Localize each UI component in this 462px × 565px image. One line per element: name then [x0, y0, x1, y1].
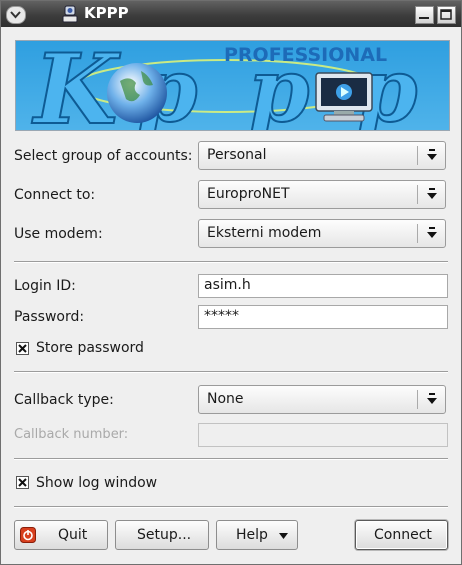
dropdown-arrow-icon	[427, 227, 437, 238]
maximize-icon	[440, 9, 452, 20]
divider	[14, 371, 448, 373]
combo-separator	[417, 146, 418, 165]
quit-power-icon	[20, 527, 36, 543]
login-value: asim.h	[204, 277, 251, 293]
connect-label: Connect to:	[14, 187, 96, 203]
connect-label: Connect	[374, 527, 432, 543]
minimize-icon	[419, 17, 429, 19]
logo-letter-k: K	[31, 41, 121, 130]
callback-number-label: Callback number:	[14, 427, 129, 442]
window-title: KPPP	[84, 4, 129, 22]
kppp-app-icon	[62, 5, 78, 23]
login-field[interactable]: asim.h	[198, 274, 448, 298]
kppp-window: KPPP K p p p PROFESSIONAL Select group o…	[0, 0, 462, 565]
login-label: Login ID:	[14, 278, 76, 294]
setup-label: Setup...	[137, 527, 192, 543]
maximize-button[interactable]	[437, 6, 456, 24]
check-x-icon	[18, 344, 27, 353]
dropdown-arrow-icon	[427, 188, 437, 199]
password-field[interactable]: *****	[198, 305, 448, 329]
group-label: Select group of accounts:	[14, 148, 193, 164]
title-bar[interactable]: KPPP	[1, 1, 461, 27]
show-log-label[interactable]: Show log window	[36, 475, 157, 491]
callback-type-label: Callback type:	[14, 392, 114, 408]
quit-label: Quit	[58, 527, 88, 543]
minimize-button[interactable]	[415, 6, 434, 24]
modem-label: Use modem:	[14, 226, 103, 242]
divider	[14, 506, 448, 508]
quit-button[interactable]: Quit	[14, 520, 108, 550]
help-button[interactable]: Help	[216, 520, 298, 550]
divider	[14, 261, 448, 263]
combo-separator	[417, 185, 418, 204]
modem-combo[interactable]: Eksterni modem	[198, 219, 446, 248]
group-value: Personal	[207, 147, 267, 163]
password-label: Password:	[14, 309, 85, 325]
connect-button[interactable]: Connect	[355, 520, 448, 550]
combo-separator	[417, 224, 418, 243]
dropdown-arrow-icon	[427, 393, 437, 404]
callback-type-combo[interactable]: None	[198, 385, 446, 414]
banner-professional-text: PROFESSIONAL	[224, 44, 387, 66]
callback-type-value: None	[207, 391, 244, 407]
kppp-banner-logo: K p p p PROFESSIONAL	[15, 40, 450, 131]
modem-value: Eksterni modem	[207, 225, 322, 241]
callback-number-field	[198, 423, 448, 447]
chevron-down-icon	[10, 11, 21, 19]
setup-button[interactable]: Setup...	[115, 520, 209, 550]
password-value: *****	[204, 308, 239, 324]
window-menu-button[interactable]	[6, 6, 26, 24]
combo-separator	[417, 390, 418, 409]
help-label: Help	[236, 527, 268, 543]
store-password-checkbox[interactable]	[16, 342, 29, 355]
show-log-checkbox[interactable]	[16, 476, 29, 489]
connect-value: EuroproNET	[207, 186, 290, 202]
store-password-label[interactable]: Store password	[36, 340, 144, 356]
dropdown-triangle-icon	[279, 533, 288, 539]
divider	[14, 458, 448, 460]
dropdown-arrow-icon	[427, 149, 437, 160]
check-x-icon	[18, 478, 27, 487]
connect-combo[interactable]: EuroproNET	[198, 180, 446, 209]
group-combo[interactable]: Personal	[198, 141, 446, 170]
